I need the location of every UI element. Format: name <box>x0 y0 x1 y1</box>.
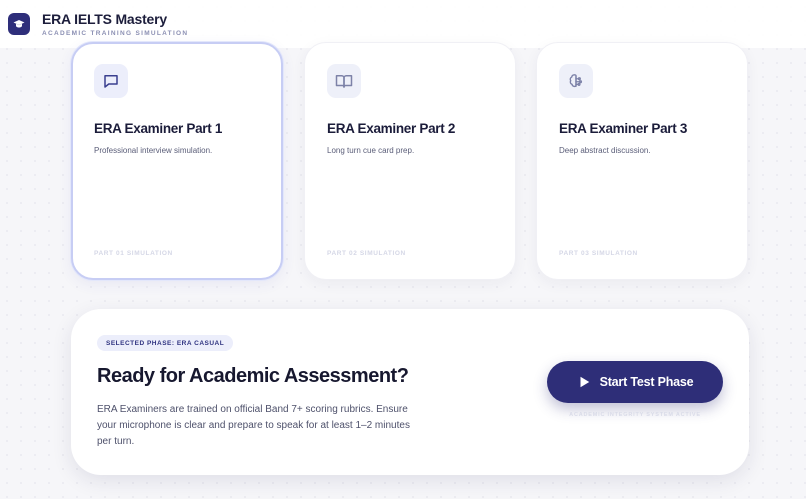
card-icon-wrap <box>327 64 361 98</box>
card-icon-wrap <box>559 64 593 98</box>
app-subtitle: ACADEMIC TRAINING SIMULATION <box>42 30 189 37</box>
panel-title: Ready for Academic Assessment? <box>97 365 409 387</box>
card-title: ERA Examiner Part 1 <box>94 121 223 136</box>
integrity-status: ACADEMIC INTEGRITY SYSTEM ACTIVE <box>569 412 701 418</box>
card-part-3[interactable]: ERA Examiner Part 3 Deep abstract discus… <box>536 42 748 280</box>
app-logo[interactable] <box>8 13 30 35</box>
graduation-cap-icon <box>13 20 25 28</box>
card-title: ERA Examiner Part 2 <box>327 121 456 136</box>
card-title: ERA Examiner Part 3 <box>559 121 688 136</box>
card-icon-wrap <box>94 64 128 98</box>
card-description: Deep abstract discussion. <box>559 146 651 155</box>
message-square-icon <box>104 75 118 88</box>
start-test-phase-button[interactable]: Start Test Phase <box>547 361 723 403</box>
panel-description: ERA Examiners are trained on official Ba… <box>97 404 410 447</box>
start-button-label: Start Test Phase <box>599 375 694 389</box>
card-footer: PART 03 SIMULATION <box>559 250 638 257</box>
selected-phase-badge: SELECTED PHASE: ERA CASUAL <box>97 335 234 351</box>
brand: ERA IELTS Mastery ACADEMIC TRAINING SIMU… <box>42 11 188 37</box>
book-open-icon <box>335 75 353 88</box>
card-part-2[interactable]: ERA Examiner Part 2 Long turn cue card p… <box>304 42 516 280</box>
app-title: ERA IELTS Mastery <box>42 11 167 27</box>
card-description: Professional interview simulation. <box>94 146 213 155</box>
brain-icon <box>569 74 583 88</box>
card-description: Long turn cue card prep. <box>327 146 415 155</box>
card-part-1[interactable]: ERA Examiner Part 1 Professional intervi… <box>71 42 283 280</box>
play-icon <box>577 375 591 389</box>
app-header: ERA IELTS Mastery ACADEMIC TRAINING SIMU… <box>0 0 806 48</box>
card-footer: PART 02 SIMULATION <box>327 250 406 257</box>
assessment-panel: SELECTED PHASE: ERA CASUAL Ready for Aca… <box>71 309 749 475</box>
card-footer: PART 01 SIMULATION <box>94 250 173 257</box>
